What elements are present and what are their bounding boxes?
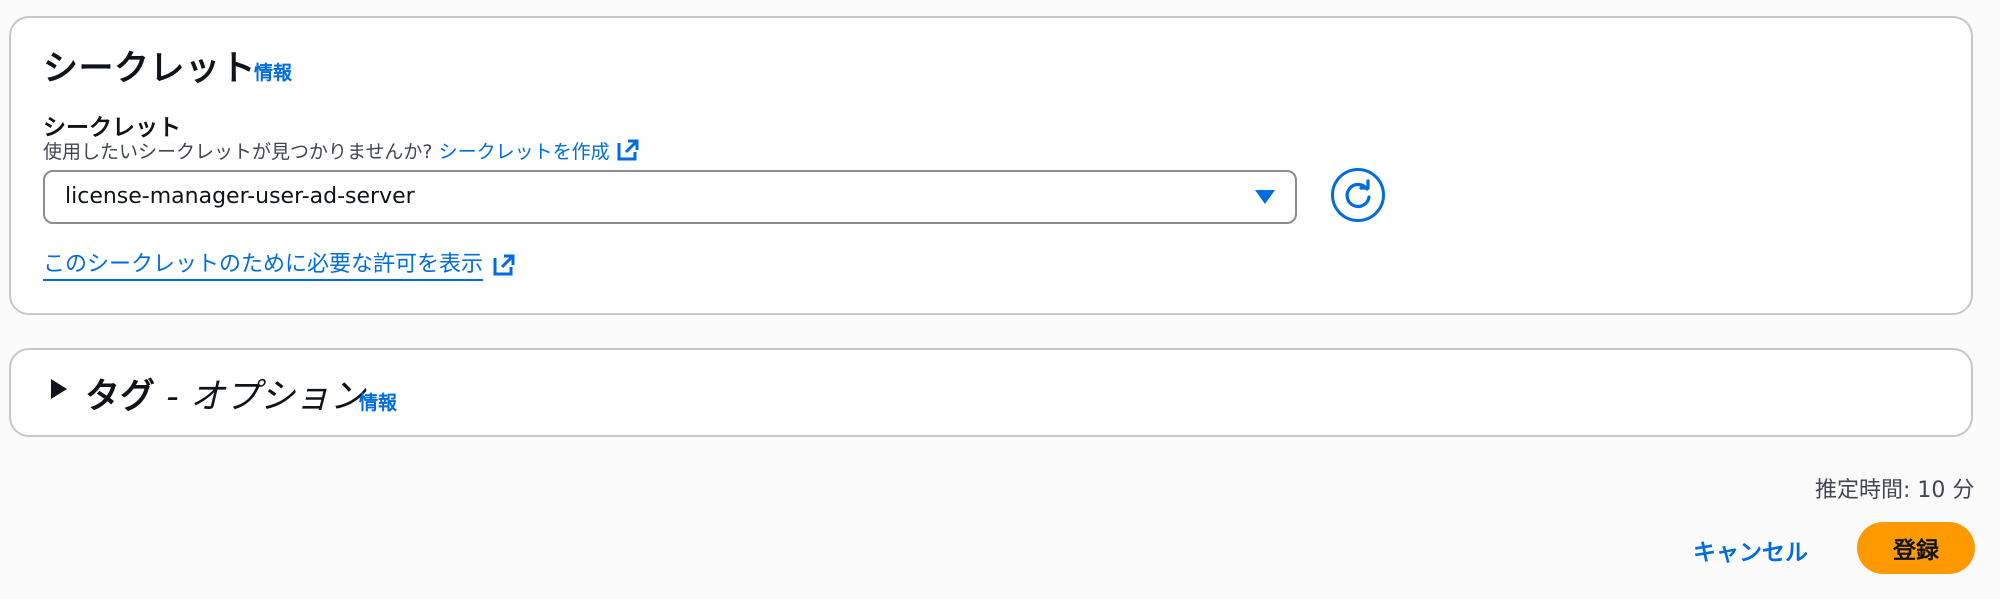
secret-select-value: license-manager-user-ad-server xyxy=(65,184,415,209)
refresh-button[interactable] xyxy=(1331,168,1385,222)
caret-right-icon[interactable] xyxy=(49,377,69,401)
external-link-icon[interactable] xyxy=(492,253,516,281)
secret-description-text: 使用したいシークレットが見つかりませんか? xyxy=(43,141,433,163)
estimated-time: 推定時間: 10 分 xyxy=(1815,478,1975,503)
secret-description: 使用したいシークレットが見つかりませんか? シークレットを作成 xyxy=(43,137,640,167)
create-secret-link[interactable]: シークレットを作成 xyxy=(439,141,610,163)
submit-button-label: 登録 xyxy=(1893,538,1939,564)
secret-select[interactable]: license-manager-user-ad-server xyxy=(43,170,1297,224)
external-link-icon[interactable] xyxy=(616,138,640,167)
tags-panel[interactable]: タグ - オプション 情報 xyxy=(9,348,1973,437)
cancel-button[interactable]: キャンセル xyxy=(1693,533,1808,567)
tags-section-suffix: - オプション xyxy=(155,377,365,417)
permissions-link-row: このシークレットのために必要な許可を表示 xyxy=(43,246,516,281)
permissions-link[interactable]: このシークレットのために必要な許可を表示 xyxy=(43,252,484,281)
secret-section-title: シークレット xyxy=(43,49,257,89)
secret-panel: シークレット 情報 シークレット 使用したいシークレットが見つかりませんか? シ… xyxy=(9,16,1973,315)
secret-info-link[interactable]: 情報 xyxy=(254,58,292,85)
refresh-icon xyxy=(1345,179,1371,209)
tags-header[interactable]: タグ - オプション xyxy=(85,368,365,419)
submit-button[interactable]: 登録 xyxy=(1857,522,1975,574)
tags-section-title: タグ xyxy=(85,377,156,417)
tags-info-link[interactable]: 情報 xyxy=(359,388,397,415)
caret-down-icon xyxy=(1255,190,1275,204)
